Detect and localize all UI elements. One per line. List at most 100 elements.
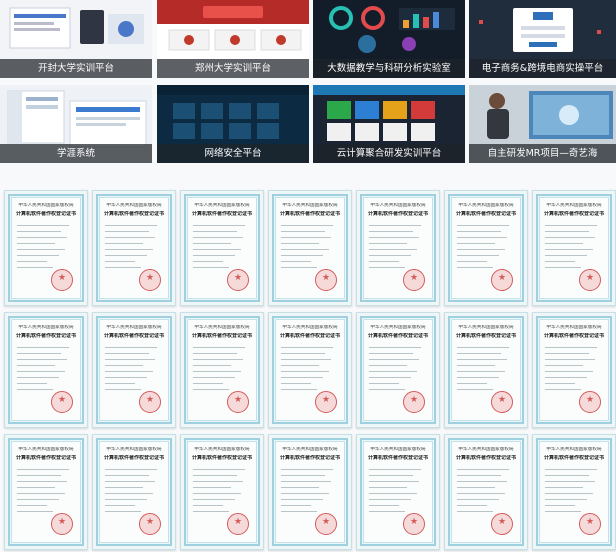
project-caption: 开封大学实训平台 [0, 59, 152, 78]
certificate-text-line [369, 487, 407, 488]
certificate-issuer: 中华人民共和国国家版权局 [282, 203, 338, 208]
certificate-title: 计算机软件著作权登记证书 [279, 211, 340, 217]
software-copyright-certificate[interactable]: 中华人民共和国国家版权局 计算机软件著作权登记证书 [4, 190, 88, 306]
project-tile-xueya[interactable]: 学涯系统 [0, 85, 152, 163]
certificate-text-line [17, 243, 55, 244]
certificate-text-line [17, 389, 53, 390]
certificate-text-line [105, 261, 135, 262]
certificate-text-line [17, 237, 67, 238]
project-tile-zhengzhou[interactable]: 郑州大学实训平台 [157, 0, 309, 78]
certificate-text-line [105, 475, 149, 476]
certificate-text-line [105, 511, 141, 512]
software-copyright-certificate[interactable]: 中华人民共和国国家版权局 计算机软件著作权登记证书 [268, 434, 352, 550]
official-seal-icon [51, 269, 73, 291]
software-copyright-certificate[interactable]: 中华人民共和国国家版权局 计算机软件著作权登记证书 [92, 312, 176, 428]
certificate-issuer: 中华人民共和国国家版权局 [18, 203, 74, 208]
certificate-issuer: 中华人民共和国国家版权局 [194, 203, 250, 208]
project-tile-mr[interactable]: 自主研发MR项目—奇艺海 [469, 85, 616, 163]
certificate-text-line [369, 261, 399, 262]
certificate-title: 计算机软件著作权登记证书 [367, 211, 428, 217]
official-seal-icon [227, 269, 249, 291]
software-copyright-certificate[interactable]: 中华人民共和国国家版权局 计算机软件著作权登记证书 [92, 434, 176, 550]
software-copyright-certificate[interactable]: 中华人民共和国国家版权局 计算机软件著作权登记证书 [180, 434, 264, 550]
certificate-text-line [369, 255, 411, 256]
software-copyright-certificate[interactable]: 中华人民共和国国家版权局 计算机软件著作权登记证书 [356, 312, 440, 428]
certificate-text-line [281, 261, 311, 262]
certificate-text-line [17, 499, 59, 500]
certificate-title: 计算机软件著作权登记证书 [543, 333, 604, 339]
certificate-text-line [457, 469, 509, 470]
software-copyright-certificate[interactable]: 中华人民共和国国家版权局 计算机软件著作权登记证书 [356, 434, 440, 550]
certificate-text-line [281, 505, 311, 506]
certificate-text-line [457, 377, 499, 378]
certificate-text-line [545, 481, 595, 482]
certificate-title: 计算机软件著作权登记证书 [15, 211, 76, 217]
certificate-text-line [105, 237, 155, 238]
certificate-text-line [281, 243, 319, 244]
software-copyright-certificate[interactable]: 中华人民共和国国家版权局 计算机软件著作权登记证书 [268, 312, 352, 428]
project-tile-security[interactable]: 网络安全平台 [157, 85, 309, 163]
certificate-text-line [193, 499, 235, 500]
official-seal-icon [51, 513, 73, 535]
software-copyright-certificate[interactable]: 中华人民共和国国家版权局 计算机软件著作权登记证书 [92, 190, 176, 306]
project-tile-kaifeng[interactable]: 开封大学实训平台 [0, 0, 152, 78]
software-copyright-certificate[interactable]: 中华人民共和国国家版权局 计算机软件著作权登记证书 [532, 190, 616, 306]
certificate-text-line [545, 383, 575, 384]
certificate-text-line [193, 511, 229, 512]
project-tile-cloud[interactable]: 云计算聚合研发实训平台 [313, 85, 465, 163]
project-tile-bigdata-lab[interactable]: 大数据教学与科研分析实验室 [313, 0, 465, 78]
certificate-text-line [281, 493, 329, 494]
certificate-text-line [457, 237, 507, 238]
certificate-text-line [193, 487, 231, 488]
certificate-text-line [457, 261, 487, 262]
certificate-issuer: 中华人民共和国国家版权局 [106, 325, 162, 330]
software-copyright-certificate[interactable]: 中华人民共和国国家版权局 计算机软件著作权登记证书 [444, 190, 528, 306]
certificate-text-line [105, 377, 147, 378]
certificate-text-line [193, 353, 237, 354]
certificate-text-line [369, 499, 411, 500]
project-caption: 自主研发MR项目—奇艺海 [469, 144, 616, 163]
software-copyright-certificate[interactable]: 中华人民共和国国家版权局 计算机软件著作权登记证书 [356, 190, 440, 306]
software-copyright-certificate[interactable]: 中华人民共和国国家版权局 计算机软件著作权登记证书 [532, 434, 616, 550]
certificate-text-line [545, 261, 575, 262]
project-caption: 网络安全平台 [157, 144, 309, 163]
certificate-text-line [545, 237, 595, 238]
official-seal-icon [139, 269, 161, 291]
official-seal-icon [315, 391, 337, 413]
certificate-title: 计算机软件著作权登记证书 [191, 455, 252, 461]
certificate-text-line [545, 475, 589, 476]
certificate-text-line [105, 487, 143, 488]
official-seal-icon [315, 269, 337, 291]
software-copyright-certificate[interactable]: 中华人民共和国国家版权局 计算机软件著作权登记证书 [444, 434, 528, 550]
certificate-title: 计算机软件著作权登记证书 [279, 455, 340, 461]
certificate-issuer: 中华人民共和国国家版权局 [282, 325, 338, 330]
software-copyright-certificate[interactable]: 中华人民共和国国家版权局 计算机软件著作权登记证书 [532, 312, 616, 428]
certificate-text-line [545, 377, 587, 378]
certificate-text-line [369, 359, 419, 360]
software-copyright-certificate[interactable]: 中华人民共和国国家版权局 计算机软件著作权登记证书 [4, 434, 88, 550]
certificate-text-line [105, 359, 155, 360]
software-copyright-certificate[interactable]: 中华人民共和国国家版权局 计算机软件著作权登记证书 [180, 190, 264, 306]
certificate-text-line [457, 487, 495, 488]
software-copyright-certificate[interactable]: 中华人民共和国国家版权局 计算机软件著作权登记证书 [268, 190, 352, 306]
certificate-text-line [105, 505, 135, 506]
certificate-text-line [17, 231, 61, 232]
software-copyright-certificate[interactable]: 中华人民共和国国家版权局 计算机软件著作权登记证书 [180, 312, 264, 428]
certificate-text-line [193, 243, 231, 244]
certificate-text-line [281, 225, 333, 226]
software-copyright-certificate[interactable]: 中华人民共和国国家版权局 计算机软件著作权登记证书 [444, 312, 528, 428]
certificate-issuer: 中华人民共和国国家版权局 [458, 447, 514, 452]
software-copyright-certificate[interactable]: 中华人民共和国国家版权局 计算机软件著作权登记证书 [4, 312, 88, 428]
certificate-text-line [281, 377, 323, 378]
certificate-text-line [545, 469, 597, 470]
certificate-text-line [105, 389, 141, 390]
certificate-issuer: 中华人民共和国国家版权局 [458, 325, 514, 330]
certificate-title: 计算机软件著作权登记证书 [543, 455, 604, 461]
project-tile-ecommerce[interactable]: 电子商务&跨境电商实操平台 [469, 0, 616, 78]
certificate-text-line [281, 475, 325, 476]
certificate-text-line [17, 493, 65, 494]
certificate-text-line [369, 365, 407, 366]
certificate-text-line [545, 347, 597, 348]
certificate-title: 计算机软件著作权登记证书 [543, 211, 604, 217]
certificate-text-line [545, 249, 593, 250]
